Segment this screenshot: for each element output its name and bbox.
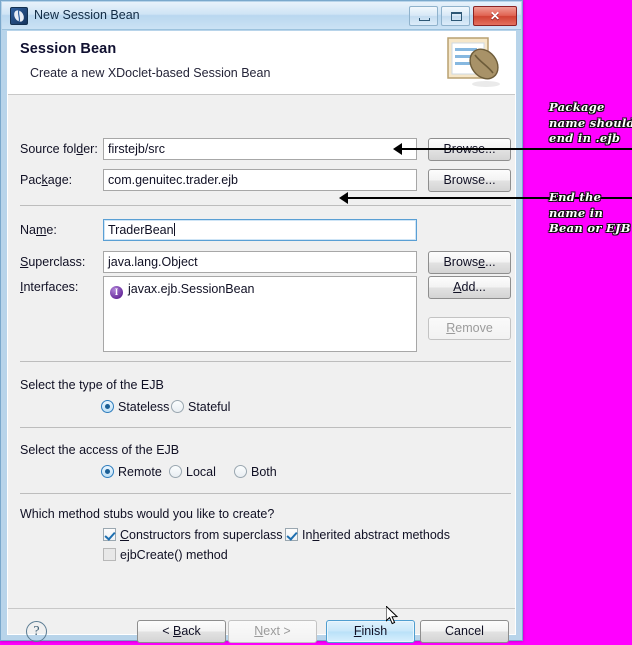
divider-2 <box>20 361 511 362</box>
source-folder-input[interactable]: firstejb/src <box>103 138 417 160</box>
radio-stateless-indicator <box>101 400 114 413</box>
package-label: Package: <box>20 173 73 187</box>
superclass-label: Superclass: <box>20 255 86 269</box>
divider-1 <box>20 205 511 206</box>
superclass-input[interactable]: java.lang.Object <box>103 251 417 273</box>
package-input[interactable]: com.genuitec.trader.ejb <box>103 169 417 191</box>
checkbox-constructors-indicator <box>103 528 116 541</box>
radio-both[interactable]: Both <box>234 465 277 479</box>
annotation-note-name: End the name in Bean or EJB <box>549 190 631 235</box>
checkbox-inherited-indicator <box>285 528 298 541</box>
name-input[interactable]: TraderBean <box>103 219 417 241</box>
footer-divider <box>8 608 515 609</box>
screen: New Session Bean ✕ Session Bean Create a… <box>0 0 632 645</box>
radio-stateful-indicator <box>171 400 184 413</box>
checkbox-ejbcreate-indicator <box>103 548 116 561</box>
bean-document-icon <box>444 36 506 91</box>
ejb-type-heading: Select the type of the EJB <box>20 378 164 392</box>
ejb-access-heading: Select the access of the EJB <box>20 443 180 457</box>
wizard-banner: Session Bean Create a new XDoclet-based … <box>8 32 515 95</box>
dialog-window: New Session Bean ✕ Session Bean Create a… <box>0 0 523 643</box>
radio-stateless[interactable]: Stateless <box>101 400 169 414</box>
interfaces-list[interactable]: Ijavax.ejb.SessionBean <box>103 276 417 352</box>
interfaces-label: Interfaces: <box>20 280 79 294</box>
minimize-button[interactable] <box>409 6 438 26</box>
remove-interface-button[interactable]: Remove <box>428 317 511 340</box>
back-button[interactable]: < Back <box>137 620 226 643</box>
checkbox-constructors-from-superclass[interactable]: Constructors from superclass <box>103 528 283 542</box>
annotation-note-package: Package name should end in .ejb <box>549 100 632 145</box>
add-interface-button[interactable]: Add... <box>428 276 511 299</box>
checkbox-inherited-abstract-methods[interactable]: Inherited abstract methods <box>285 528 450 542</box>
cancel-button[interactable]: Cancel <box>420 620 509 643</box>
title-bar: New Session Bean ✕ <box>2 2 521 30</box>
window-controls: ✕ <box>409 6 517 26</box>
annotation-arrowhead-name <box>339 192 348 204</box>
mouse-cursor <box>385 604 400 626</box>
radio-both-indicator <box>234 465 247 478</box>
restore-button[interactable] <box>441 6 470 26</box>
checkbox-ejbcreate-method[interactable]: ejbCreate() method <box>103 548 228 562</box>
finish-button[interactable]: Finish <box>326 620 415 643</box>
divider-3 <box>20 427 511 428</box>
form-pane: Source folder: firstejb/src Browse... Pa… <box>8 95 515 643</box>
dialog-client-area: Session Bean Create a new XDoclet-based … <box>7 31 516 643</box>
list-item[interactable]: Ijavax.ejb.SessionBean <box>110 282 254 299</box>
next-button[interactable]: Next > <box>228 620 317 643</box>
page-title: Session Bean <box>20 41 117 57</box>
annotation-arrowhead-package <box>393 143 402 155</box>
name-label: Name: <box>20 223 57 237</box>
radio-stateful[interactable]: Stateful <box>171 400 230 414</box>
help-icon[interactable]: ? <box>26 621 47 642</box>
method-stubs-heading: Which method stubs would you like to cre… <box>20 507 275 521</box>
page-subtitle: Create a new XDoclet-based Session Bean <box>30 66 271 80</box>
divider-4 <box>20 493 511 494</box>
source-folder-label: Source folder: <box>20 142 98 156</box>
close-button[interactable]: ✕ <box>473 6 517 26</box>
session-bean-icon <box>10 7 28 25</box>
radio-remote[interactable]: Remote <box>101 465 162 479</box>
text-caret <box>173 223 175 236</box>
interface-icon: I <box>110 286 123 299</box>
radio-local-indicator <box>169 465 182 478</box>
annotation-arrow-package <box>402 148 632 150</box>
superclass-browse-button[interactable]: Browse... <box>428 251 511 274</box>
package-browse-button[interactable]: Browse... <box>428 169 511 192</box>
radio-remote-indicator <box>101 465 114 478</box>
window-title: New Session Bean <box>34 8 140 22</box>
radio-local[interactable]: Local <box>169 465 216 479</box>
